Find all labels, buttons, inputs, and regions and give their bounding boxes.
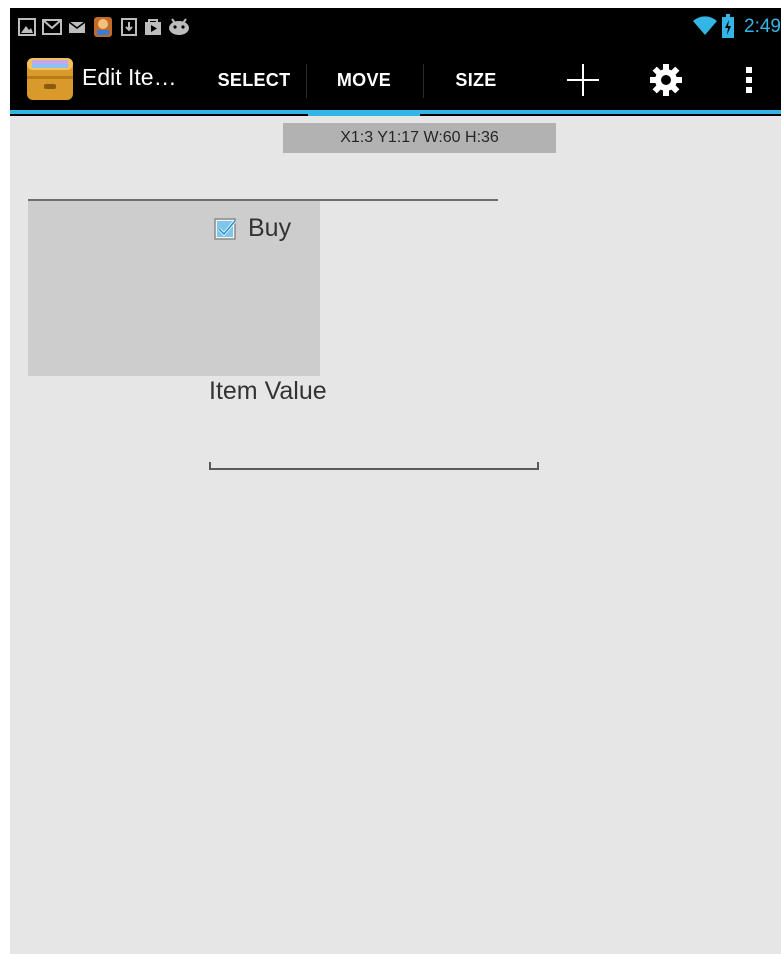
android-icon <box>169 18 189 35</box>
action-bar-underline <box>10 110 781 114</box>
coordinates-readout: X1:3 Y1:17 W:60 H:36 <box>283 123 556 153</box>
battery-icon <box>722 14 734 38</box>
tab-divider <box>423 64 424 98</box>
overflow-menu-icon[interactable] <box>734 62 764 98</box>
play-store-icon <box>145 19 161 35</box>
settings-icon[interactable] <box>648 62 684 98</box>
screen: 2:49 Edit Ite… SELECT MOVE SIZE X1:3 Y1:… <box>10 8 781 954</box>
download-icon <box>121 18 137 36</box>
game-icon <box>94 17 112 37</box>
action-bar: Edit Ite… SELECT MOVE SIZE <box>10 44 781 116</box>
tab-size[interactable]: SIZE <box>426 44 526 116</box>
buy-checkbox-label[interactable]: Buy <box>248 214 291 243</box>
add-icon[interactable] <box>565 62 601 98</box>
tab-divider <box>306 64 307 98</box>
app-icon[interactable] <box>25 54 75 104</box>
tab-select[interactable]: SELECT <box>204 44 304 116</box>
gmail-icon <box>42 19 62 35</box>
item-value-field[interactable] <box>209 462 539 470</box>
gallery-icon <box>18 18 36 36</box>
status-bar: 2:49 <box>10 8 781 44</box>
email-icon <box>68 21 86 33</box>
status-time: 2:49 <box>744 16 781 37</box>
app-title: Edit Ite… <box>82 64 177 90</box>
wifi-icon <box>693 16 717 35</box>
item-value-label: Item Value <box>209 377 327 405</box>
tab-move[interactable]: MOVE <box>308 44 420 116</box>
buy-checkbox[interactable] <box>214 218 238 242</box>
